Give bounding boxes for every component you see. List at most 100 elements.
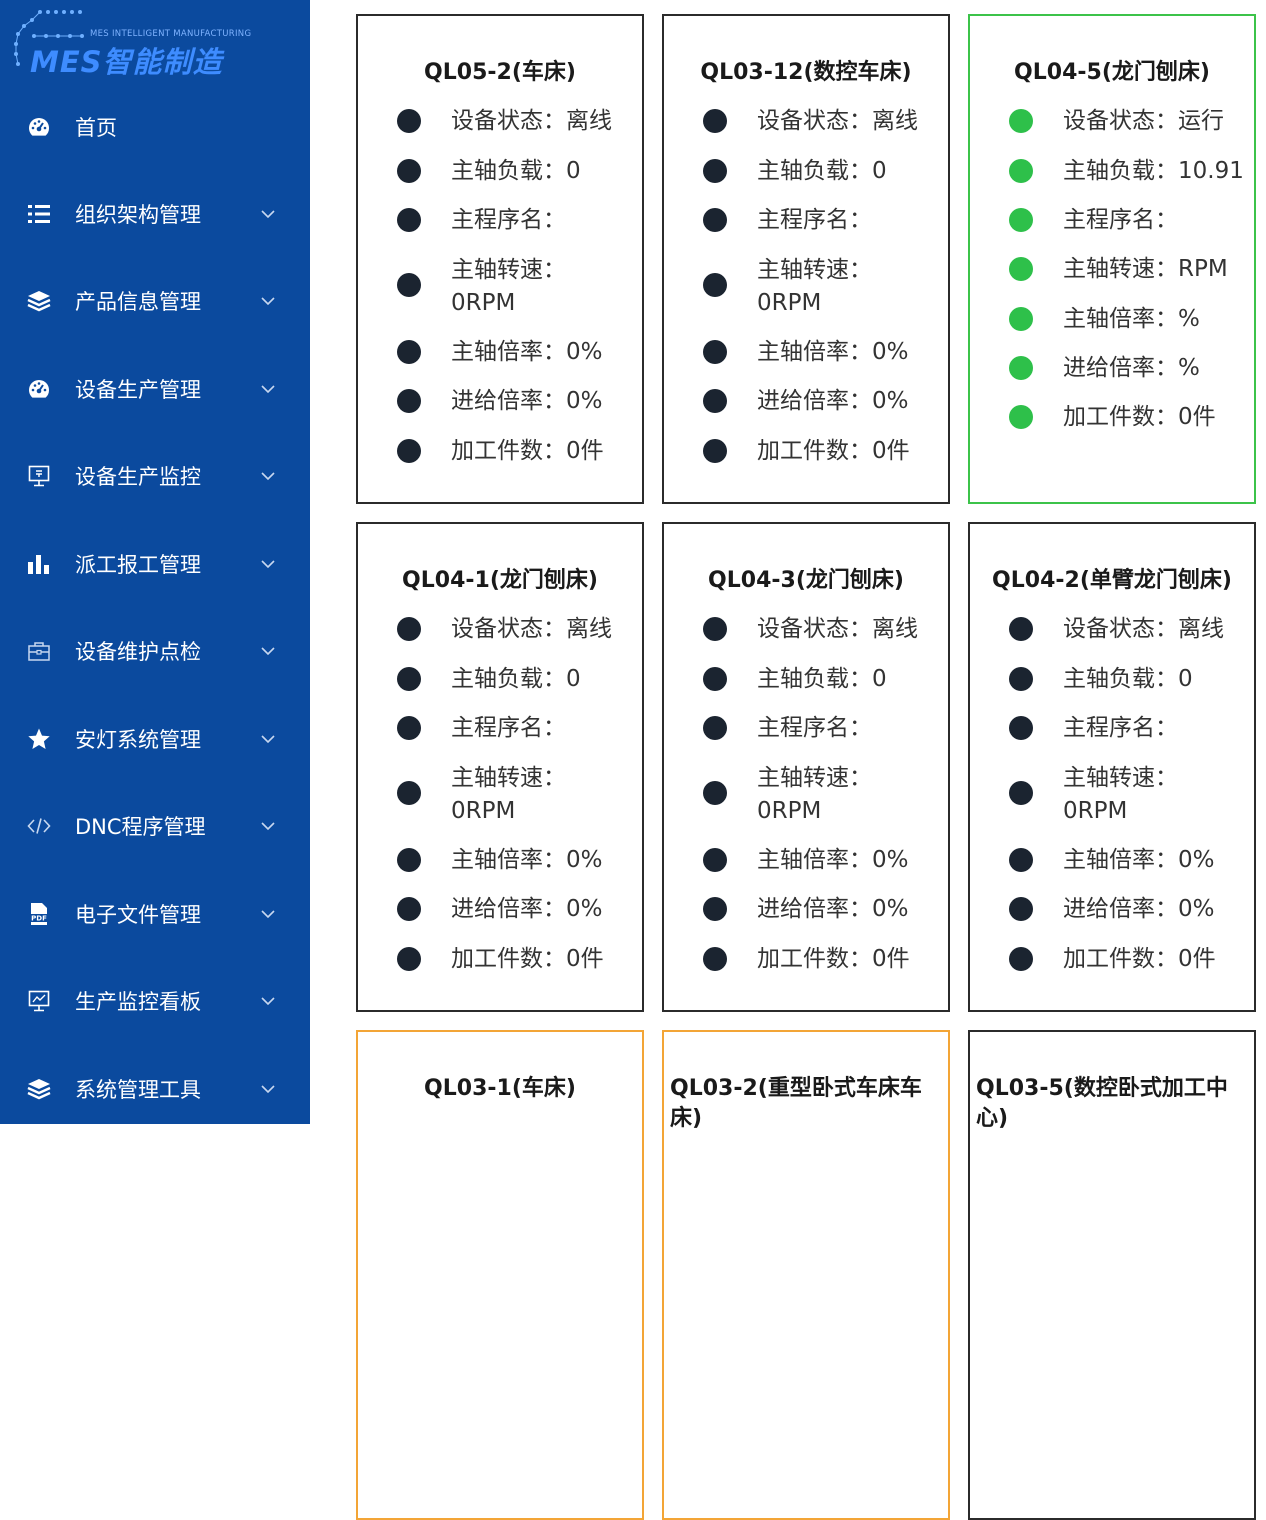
chevron-down-icon xyxy=(261,472,275,481)
machine-card[interactable]: QL03-12(数控车床) 设备状态：离线 主轴负载：0 主程序名： 主轴转速：… xyxy=(662,14,950,504)
code-icon xyxy=(27,814,51,838)
spindle-load-text: 主轴负载：10.91 xyxy=(1063,158,1244,184)
sidebar-item-label: 系统管理工具 xyxy=(75,1078,201,1102)
machine-card[interactable]: QL04-1(龙门刨床) 设备状态：离线 主轴负载：0 主程序名： 主轴转速：0… xyxy=(356,522,644,1012)
status-text: 设备状态：离线 xyxy=(1063,616,1224,642)
status-dot xyxy=(703,389,727,413)
status-dot xyxy=(703,109,727,133)
monitor-icon xyxy=(27,464,51,488)
machine-title: QL05-2(车床) xyxy=(424,60,576,85)
toolbox-icon xyxy=(27,639,51,663)
part-count-text: 加工件数：0件 xyxy=(757,438,910,464)
sidebar-item-equipment-monitoring[interactable]: 设备生产监控 xyxy=(0,446,310,506)
sidebar-item-dnc[interactable]: DNC程序管理 xyxy=(0,796,310,856)
feed-override-text: 进给倍率：% xyxy=(1063,355,1200,381)
part-count-text: 加工件数：0件 xyxy=(451,946,604,972)
status-dot xyxy=(397,617,421,641)
sidebar-item-kanban[interactable]: 生产监控看板 xyxy=(0,971,310,1031)
machine-card[interactable]: QL04-5(龙门刨床) 设备状态：运行 主轴负载：10.91 主程序名： 主轴… xyxy=(968,14,1256,504)
status-dot xyxy=(1009,159,1033,183)
spindle-load-text: 主轴负载：0 xyxy=(451,666,581,692)
machine-title: QL04-1(龙门刨床) xyxy=(402,568,598,593)
program-name-text: 主程序名： xyxy=(1063,207,1178,233)
status-dot xyxy=(703,947,727,971)
machine-card[interactable]: QL03-1(车床) xyxy=(356,1030,644,1520)
program-name-text: 主程序名： xyxy=(451,715,566,741)
status-dot xyxy=(1009,257,1033,281)
spindle-speed-text: 主轴转速：0RPM xyxy=(1063,765,1178,824)
status-dot xyxy=(397,273,421,297)
spindle-override-text: 主轴倍率：0% xyxy=(757,339,909,365)
dashboard-icon xyxy=(27,377,51,401)
status-text: 设备状态：离线 xyxy=(451,616,612,642)
layers-icon xyxy=(27,289,51,313)
spindle-speed-text: 主轴转速：0RPM xyxy=(757,257,872,316)
part-count-text: 加工件数：0件 xyxy=(451,438,604,464)
sidebar-item-label: 产品信息管理 xyxy=(75,290,201,314)
status-dot xyxy=(397,897,421,921)
sidebar-item-dispatch[interactable]: 派工报工管理 xyxy=(0,534,310,594)
spindle-override-text: 主轴倍率：0% xyxy=(1063,847,1215,873)
chevron-down-icon xyxy=(261,385,275,394)
sidebar-item-label: 组织架构管理 xyxy=(75,203,201,227)
spindle-load-text: 主轴负载：0 xyxy=(757,158,887,184)
feed-override-text: 进给倍率：0% xyxy=(451,896,603,922)
spindle-speed-text: 主轴转速：RPM xyxy=(1063,256,1228,282)
status-dot xyxy=(703,340,727,364)
status-dot xyxy=(703,716,727,740)
sidebar-item-equipment-production[interactable]: 设备生产管理 xyxy=(0,359,310,419)
program-name-text: 主程序名： xyxy=(1063,715,1178,741)
logo-title: MES智能制造 xyxy=(30,45,223,79)
feed-override-text: 进给倍率：0% xyxy=(757,896,909,922)
svg-text:PDF: PDF xyxy=(31,915,47,923)
machine-card[interactable]: QL05-2(车床) 设备状态：离线 主轴负载：0 主程序名： 主轴转速：0RP… xyxy=(356,14,644,504)
sidebar-item-label: 安灯系统管理 xyxy=(75,728,201,752)
status-dot xyxy=(703,667,727,691)
spindle-override-text: 主轴倍率：0% xyxy=(451,847,603,873)
sidebar-item-label: 设备生产监控 xyxy=(75,465,201,489)
status-dot xyxy=(703,439,727,463)
spindle-speed-text: 主轴转速：0RPM xyxy=(757,765,872,824)
sidebar-item-label: DNC程序管理 xyxy=(75,815,206,839)
chevron-down-icon xyxy=(261,997,275,1006)
machine-card[interactable]: QL03-2(重型卧式车床车床) xyxy=(662,1030,950,1520)
status-dot xyxy=(397,848,421,872)
part-count-text: 加工件数：0件 xyxy=(1063,946,1216,972)
machine-card[interactable]: QL04-2(单臂龙门刨床) 设备状态：离线 主轴负载：0 主程序名： 主轴转速… xyxy=(968,522,1256,1012)
status-dot xyxy=(397,947,421,971)
chevron-down-icon xyxy=(261,1085,275,1094)
status-text: 设备状态：运行 xyxy=(1063,108,1224,134)
spindle-speed-text: 主轴转速：0RPM xyxy=(451,765,566,824)
machine-card[interactable]: QL03-5(数控卧式加工中心) xyxy=(968,1030,1256,1520)
status-dot xyxy=(1009,356,1033,380)
star-icon xyxy=(27,727,51,751)
status-dot xyxy=(1009,947,1033,971)
status-dot xyxy=(1009,667,1033,691)
sidebar-item-maintenance[interactable]: 设备维护点检 xyxy=(0,621,310,681)
status-text: 设备状态：离线 xyxy=(757,616,918,642)
sidebar-item-organization[interactable]: 组织架构管理 xyxy=(0,184,310,244)
program-name-text: 主程序名： xyxy=(451,207,566,233)
sidebar-item-documents[interactable]: PDF 电子文件管理 xyxy=(0,884,310,944)
status-dot xyxy=(703,159,727,183)
pdf-icon: PDF xyxy=(27,902,51,926)
status-dot xyxy=(397,781,421,805)
status-dot xyxy=(1009,617,1033,641)
list-icon xyxy=(27,202,51,226)
chevron-down-icon xyxy=(261,647,275,656)
status-text: 设备状态：离线 xyxy=(757,108,918,134)
status-dot xyxy=(1009,897,1033,921)
sidebar-item-system-tools[interactable]: 系统管理工具 xyxy=(0,1059,310,1119)
machine-title: QL03-5(数控卧式加工中心) xyxy=(976,1076,1228,1131)
feed-override-text: 进给倍率：0% xyxy=(451,388,603,414)
sidebar-item-home[interactable]: 首页 xyxy=(0,97,310,157)
program-name-text: 主程序名： xyxy=(757,715,872,741)
sidebar: MES INTELLIGENT MANUFACTURING MES智能制造 首页… xyxy=(0,0,310,1124)
status-dot xyxy=(397,439,421,463)
sidebar-item-product[interactable]: 产品信息管理 xyxy=(0,271,310,331)
spindle-load-text: 主轴负载：0 xyxy=(1063,666,1193,692)
part-count-text: 加工件数：0件 xyxy=(757,946,910,972)
sidebar-item-andon[interactable]: 安灯系统管理 xyxy=(0,709,310,769)
machine-card[interactable]: QL04-3(龙门刨床) 设备状态：离线 主轴负载：0 主程序名： 主轴转速：0… xyxy=(662,522,950,1012)
app-logo[interactable]: MES INTELLIGENT MANUFACTURING MES智能制造 xyxy=(0,0,310,84)
